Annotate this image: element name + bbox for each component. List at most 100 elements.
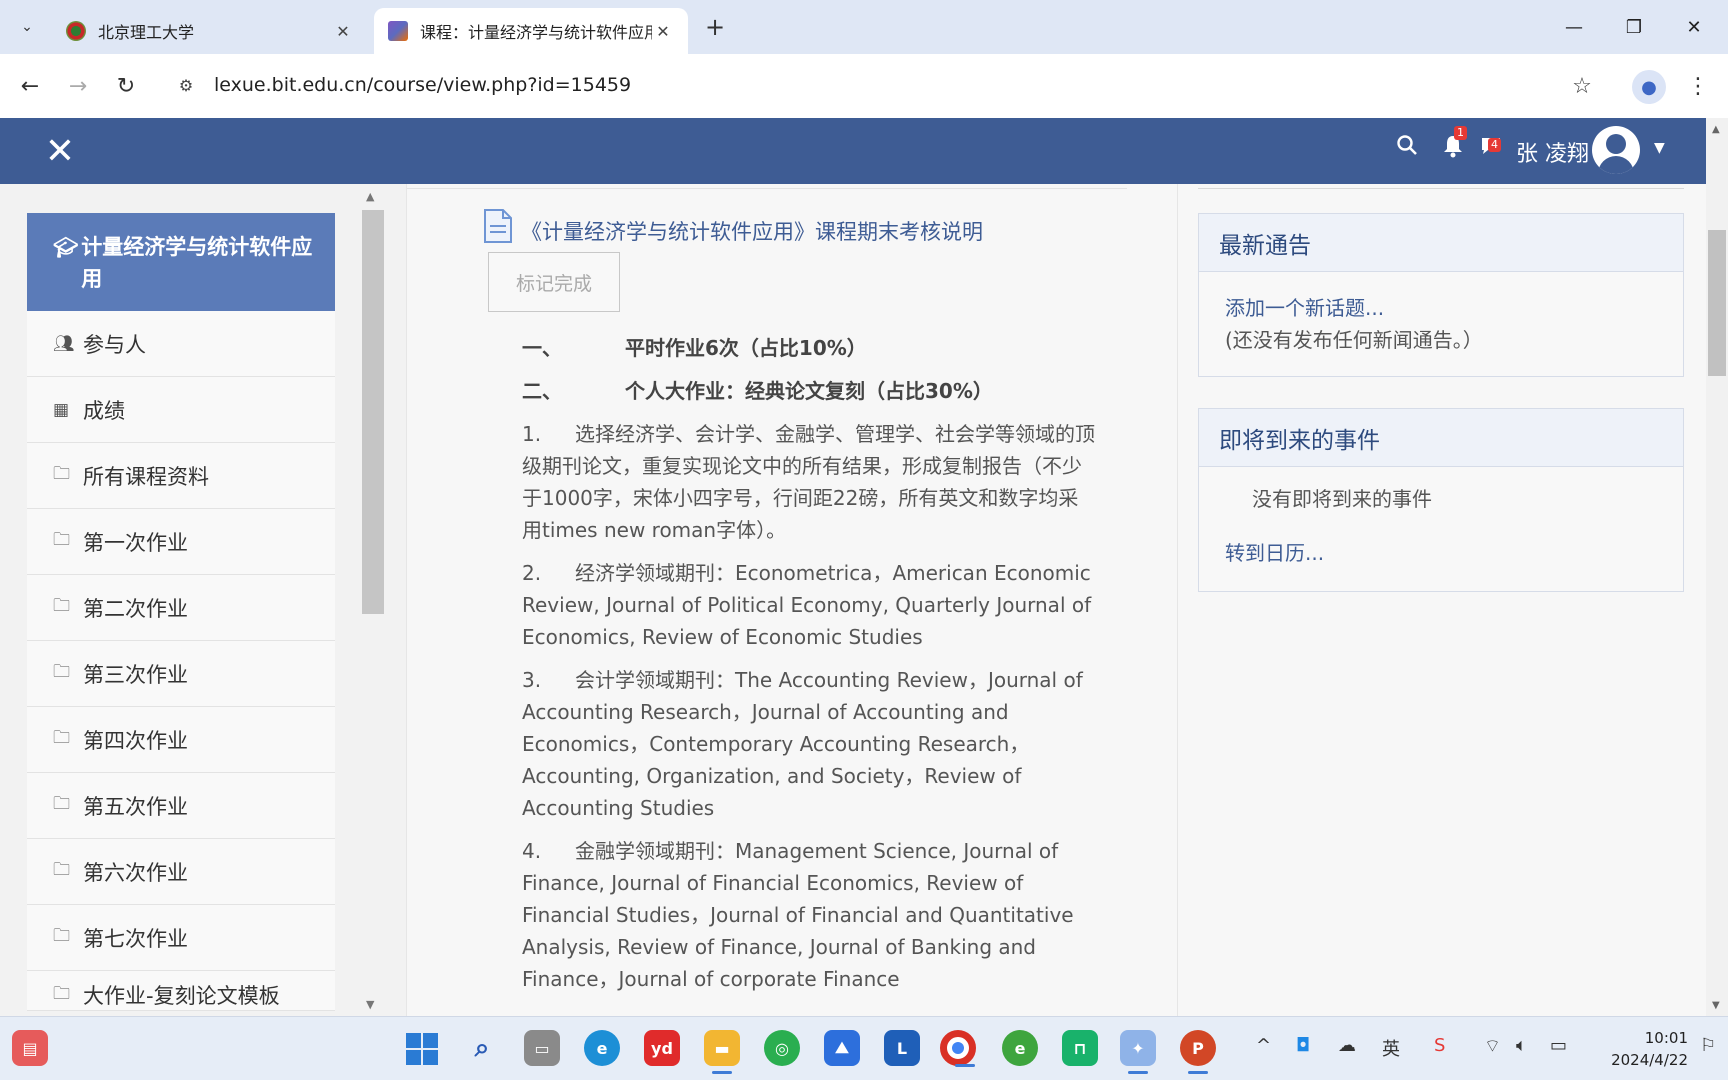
paragraph: 1. 选择经济学、会计学、金融学、管理学、社会学等领域的顶级期刊论文，重复实现论文… (522, 418, 1097, 546)
drawer-item-label: 第二次作业 (83, 596, 188, 621)
news-empty-text: (还没有发布任何新闻通告。） (1225, 328, 1483, 352)
folder-icon: 🗀 (53, 596, 70, 616)
drawer-item-hw7[interactable]: 🗀 第七次作业 (27, 905, 335, 971)
tab-close-icon[interactable]: ✕ (332, 22, 354, 41)
browser-e-icon[interactable]: e (1002, 1030, 1038, 1066)
url-text[interactable]: lexue.bit.edu.cn/course/view.php?id=1545… (214, 74, 631, 96)
page-scroll-thumb[interactable] (1708, 230, 1726, 376)
page-scroll-up-icon[interactable]: ▲ (1712, 124, 1720, 135)
drawer-item-paper-template[interactable]: 🗀 大作业-复刻论文模板 (27, 971, 335, 1011)
tab-search-dropdown-icon[interactable]: ⌄ (10, 10, 44, 44)
folder-icon: 🗀 (53, 860, 70, 880)
user-name[interactable]: 张 凌翔 (1516, 136, 1589, 168)
drawer-item-label: 第四次作业 (83, 728, 188, 753)
address-bar[interactable]: ⚙ lexue.bit.edu.cn/course/view.php?id=15… (168, 62, 1620, 108)
clock-date: 2024/4/22 (1611, 1051, 1688, 1069)
powerpoint-icon[interactable]: P (1180, 1030, 1216, 1074)
drawer-item-hw1[interactable]: 🗀 第一次作业 (27, 509, 335, 575)
drawer-item-hw5[interactable]: 🗀 第五次作业 (27, 773, 335, 839)
notification-center-icon[interactable]: ⚐ (1700, 1035, 1716, 1056)
drawer-close-icon[interactable]: ✕ (38, 130, 82, 172)
new-tab-button[interactable]: + (700, 12, 730, 42)
widgets-icon[interactable]: ▤ (12, 1030, 48, 1066)
store-icon[interactable]: ⊓ (1062, 1030, 1098, 1066)
app-icon[interactable]: ✦ (1120, 1030, 1156, 1074)
folder-icon: 🗀 (53, 530, 70, 550)
user-menu-caret-icon[interactable]: ▼ (1654, 140, 1665, 156)
start-icon[interactable] (406, 1033, 438, 1065)
drawer-item-hw6[interactable]: 🗀 第六次作业 (27, 839, 335, 905)
wifi-icon[interactable]: ⌔ (1484, 1035, 1501, 1058)
events-block: 即将到来的事件 没有即将到来的事件 转到日历... (1198, 408, 1684, 592)
folder-icon: 🗀 (53, 794, 70, 814)
chrome-icon[interactable] (940, 1030, 976, 1067)
drawer-item-grades[interactable]: ▦ 成绩 (27, 377, 335, 443)
mark-done-button[interactable]: 标记完成 (488, 252, 620, 312)
drawer-item-label: 成绩 (83, 398, 125, 423)
section-heading: 一、 平时作业6次（占比10%） (522, 332, 1097, 364)
wechat-icon[interactable]: ◎ (764, 1030, 800, 1066)
tray-overflow-icon[interactable]: ^ (1256, 1035, 1271, 1056)
messages-icon[interactable]: 4 (1480, 136, 1502, 161)
page-scrollbar[interactable]: ▲ ▼ (1706, 118, 1728, 1016)
divider (407, 188, 1127, 189)
drawer-scrollbar[interactable]: ▲ ▼ (362, 184, 384, 1016)
site-info-icon[interactable]: ⚙ (168, 76, 204, 95)
folder-icon: 🗀 (53, 984, 70, 1004)
heading-text: 个人大作业：经典论文复刻（占比30%） (625, 379, 993, 403)
window-close-icon[interactable]: ✕ (1664, 6, 1724, 48)
search-icon[interactable] (1396, 134, 1418, 162)
ime-indicator[interactable]: 英 (1382, 1035, 1400, 1061)
table-icon: ▦ (53, 399, 70, 420)
volume-icon[interactable]: 🔈︎ (1516, 1035, 1527, 1056)
bookmark-star-icon[interactable]: ☆ (1564, 68, 1600, 104)
back-icon[interactable]: ← (12, 68, 48, 104)
paragraph: 3. 会计学领域期刊：The Accounting Review，Journal … (522, 664, 1097, 824)
drawer-item-hw2[interactable]: 🗀 第二次作业 (27, 575, 335, 641)
drawer-item-all-materials[interactable]: 🗀 所有课程资料 (27, 443, 335, 509)
minimize-icon[interactable]: — (1544, 6, 1604, 48)
restore-icon[interactable]: ❐ (1604, 6, 1664, 48)
profile-icon[interactable]: ● (1632, 70, 1666, 104)
drawer-item-course[interactable]: 🎓︎ 计量经济学与统计软件应用 (27, 213, 335, 311)
drawer-item-label: 第七次作业 (83, 926, 188, 951)
tray-app-icon[interactable]: ◘ (1296, 1035, 1310, 1056)
browser-menu-icon[interactable]: ⋮ (1680, 68, 1716, 104)
youdao-icon[interactable]: yd (644, 1030, 680, 1066)
file-explorer-icon[interactable]: ▬ (704, 1030, 740, 1074)
drawer-item-label: 第五次作业 (83, 794, 188, 819)
task-view-icon[interactable]: ▭ (524, 1030, 560, 1066)
graduation-cap-icon: 🎓︎ (53, 235, 79, 259)
notifications-bell-icon[interactable]: 1 (1442, 126, 1467, 164)
sogou-ime-icon[interactable]: S (1434, 1035, 1445, 1056)
scroll-up-icon[interactable]: ▲ (366, 190, 374, 203)
tab-course[interactable]: 课程：计量经济学与统计软件应用 ✕ (374, 8, 688, 54)
calendar-link[interactable]: 转到日历... (1225, 537, 1657, 569)
tab-close-icon[interactable]: ✕ (652, 22, 674, 41)
search-icon[interactable]: ⌕ (464, 1030, 500, 1066)
drawer-item-participants[interactable]: 👥︎ 参与人 (27, 311, 335, 377)
drawer-list: 🎓︎ 计量经济学与统计软件应用 👥︎ 参与人 ▦ 成绩 🗀 所有课程资料 🗀 第一次作业… (27, 213, 335, 1011)
user-avatar[interactable] (1592, 126, 1640, 174)
document-file-icon[interactable] (483, 208, 513, 244)
paragraph-number: 4. (522, 839, 542, 863)
edge-icon[interactable]: e (584, 1030, 620, 1066)
page-scroll-down-icon[interactable]: ▼ (1712, 1000, 1720, 1011)
system-clock[interactable]: 10:01 2024/4/22 (1590, 1027, 1688, 1071)
tab-bit-home[interactable]: 北京理工大学 ✕ (52, 8, 368, 54)
drawer-scroll-thumb[interactable] (362, 210, 384, 614)
document-title-link[interactable]: 《计量经济学与统计软件应用》课程期末考核说明 (521, 216, 983, 246)
reload-icon[interactable]: ↻ (108, 68, 144, 104)
scroll-down-icon[interactable]: ▼ (366, 998, 374, 1011)
tab-title: 课程：计量经济学与统计软件应用 (420, 23, 652, 42)
forward-icon[interactable]: → (60, 68, 96, 104)
lark-icon[interactable]: ⛰ (824, 1030, 860, 1066)
drawer-item-label: 参与人 (83, 332, 146, 357)
users-icon: 👥︎ (53, 333, 75, 354)
lenovo-icon[interactable]: L (884, 1030, 920, 1066)
drawer-item-hw3[interactable]: 🗀 第三次作业 (27, 641, 335, 707)
add-topic-link[interactable]: 添加一个新话题... (1225, 292, 1657, 324)
drawer-item-hw4[interactable]: 🗀 第四次作业 (27, 707, 335, 773)
battery-icon[interactable]: ▭ (1550, 1035, 1567, 1056)
onedrive-icon[interactable]: ☁ (1338, 1035, 1356, 1056)
